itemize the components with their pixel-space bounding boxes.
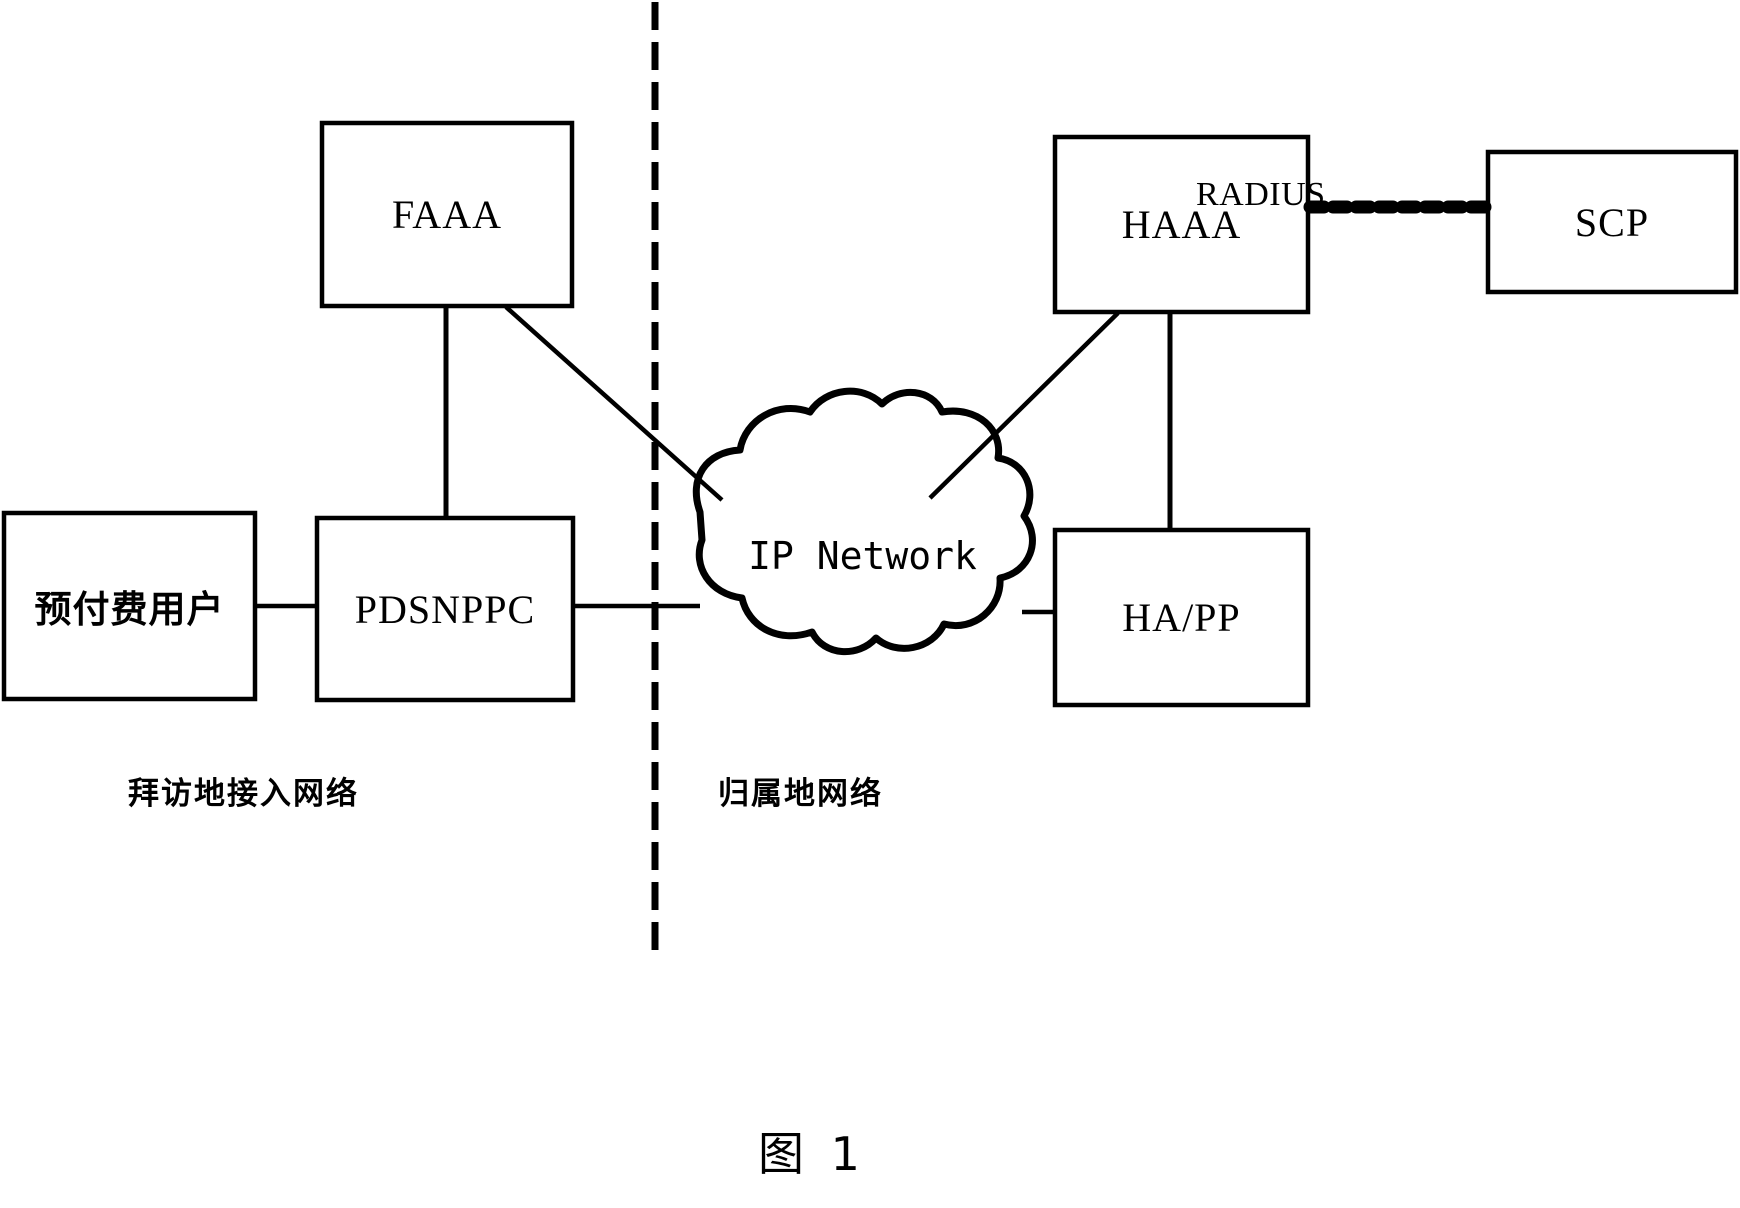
node-hit-haaa[interactable] [1055, 137, 1308, 312]
zone-label-home-network: 归属地网络 [718, 776, 883, 812]
node-hit-faaa[interactable] [322, 123, 572, 306]
node-hit-pdsnppc[interactable] [317, 518, 573, 700]
node-hit-prepaid-user[interactable] [4, 513, 255, 699]
figure-caption: 图 1 [758, 1127, 866, 1181]
node-hit-happ[interactable] [1055, 530, 1308, 705]
node-hit-ip-network[interactable] [688, 386, 1040, 658]
node-hit-scp[interactable] [1488, 152, 1736, 292]
zone-label-visited-access-network: 拜访地接入网络 [128, 776, 359, 812]
figure-canvas: FAAA HAAA SCP 预付费用户 PDSNPPC IP Network H… [0, 0, 1740, 1208]
